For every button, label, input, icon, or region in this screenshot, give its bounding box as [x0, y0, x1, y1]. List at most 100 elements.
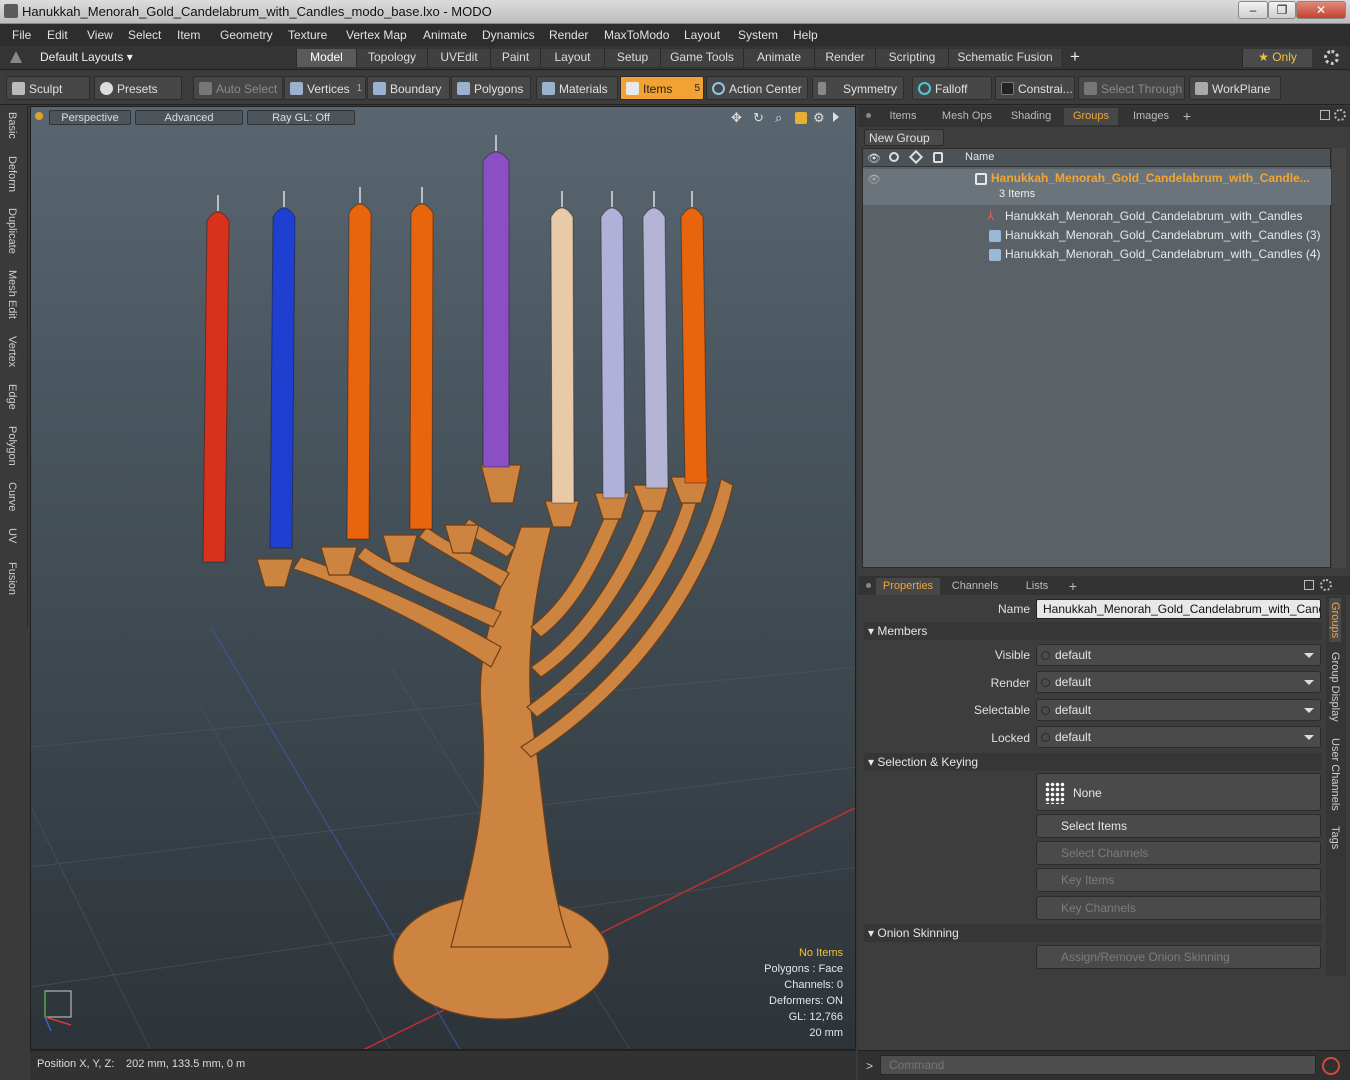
- raygl-toggle[interactable]: Ray GL: Off: [247, 110, 355, 125]
- tree-item-mesh-3[interactable]: Hanukkah_Menorah_Gold_Candelabrum_with_C…: [863, 226, 1331, 245]
- falloff-button[interactable]: Falloff: [912, 76, 992, 100]
- tab-basic[interactable]: Basic: [6, 112, 18, 139]
- members-section-header[interactable]: ▾ Members: [864, 622, 1322, 640]
- tab-lists[interactable]: Lists: [1010, 578, 1064, 595]
- add-tab-button[interactable]: +: [1070, 47, 1080, 67]
- close-button[interactable]: ✕: [1296, 1, 1346, 19]
- record-icon[interactable]: [1322, 1057, 1340, 1075]
- tab-scripting[interactable]: Scripting: [875, 49, 948, 67]
- key-items-button[interactable]: Key Items: [1036, 868, 1321, 892]
- workplane-button[interactable]: WorkPlane: [1189, 76, 1281, 100]
- onion-skinning-section-header[interactable]: ▾ Onion Skinning: [864, 924, 1322, 942]
- layouts-dropdown[interactable]: Default Layouts ▾: [40, 50, 133, 64]
- minimize-button[interactable]: –: [1238, 1, 1268, 19]
- select-icon[interactable]: [908, 149, 924, 165]
- tab-topology[interactable]: Topology: [356, 49, 427, 67]
- select-items-button[interactable]: Select Items: [1036, 814, 1321, 838]
- tab-game-tools[interactable]: Game Tools: [660, 49, 743, 67]
- vertices-button[interactable]: Vertices 1: [284, 76, 366, 100]
- side-tab-groups[interactable]: Groups: [1329, 598, 1341, 643]
- group-row[interactable]: 👁 Hanukkah_Menorah_Gold_Candelabrum_with…: [863, 169, 1331, 205]
- panel-settings-icon[interactable]: [1334, 109, 1346, 121]
- boundary-button[interactable]: Boundary: [367, 76, 450, 100]
- tab-properties[interactable]: Properties: [876, 578, 940, 595]
- lock-icon[interactable]: [933, 152, 943, 163]
- render-dropdown[interactable]: default: [1036, 671, 1321, 693]
- tab-groups[interactable]: Groups: [1064, 108, 1118, 125]
- selection-set-picker[interactable]: None: [1036, 773, 1321, 811]
- tab-mesh-ops[interactable]: Mesh Ops: [934, 108, 1000, 125]
- action-center-button[interactable]: Action Center: [706, 76, 808, 100]
- constraints-button[interactable]: Constrai...: [995, 76, 1075, 100]
- locked-dropdown[interactable]: default: [1036, 726, 1321, 748]
- menu-vertex-map[interactable]: Vertex Map: [346, 28, 407, 42]
- group-visible-icon[interactable]: 👁: [867, 173, 881, 186]
- menu-view[interactable]: View: [87, 28, 113, 42]
- auto-select-button[interactable]: Auto Select: [193, 76, 283, 100]
- tab-uv[interactable]: UV: [6, 528, 18, 543]
- menu-system[interactable]: System: [738, 28, 778, 42]
- group-name-field[interactable]: Hanukkah_Menorah_Gold_Candelabrum_with_C…: [1036, 599, 1321, 619]
- select-channels-button[interactable]: Select Channels: [1036, 841, 1321, 865]
- tab-model[interactable]: Model: [296, 49, 356, 67]
- select-through-button[interactable]: Select Through: [1078, 76, 1185, 100]
- selectable-dropdown[interactable]: default: [1036, 699, 1321, 721]
- menu-help[interactable]: Help: [793, 28, 818, 42]
- menu-texture[interactable]: Texture: [288, 28, 327, 42]
- menu-layout[interactable]: Layout: [684, 28, 720, 42]
- move-view-icon[interactable]: ✥: [731, 111, 745, 125]
- side-tab-tags[interactable]: Tags: [1329, 826, 1341, 849]
- presets-button[interactable]: Presets: [94, 76, 182, 100]
- tree-item-locator[interactable]: ⅄ Hanukkah_Menorah_Gold_Candelabrum_with…: [863, 207, 1331, 226]
- tab-images[interactable]: Images: [1124, 108, 1178, 125]
- tree-scrollbar[interactable]: [1332, 148, 1346, 568]
- zoom-view-icon[interactable]: ⌕: [775, 111, 789, 125]
- only-toggle[interactable]: ★ Only: [1242, 49, 1312, 67]
- perspective-dropdown[interactable]: Perspective: [49, 110, 131, 125]
- tab-curve[interactable]: Curve: [6, 482, 18, 511]
- polygons-button[interactable]: Polygons: [451, 76, 531, 100]
- tab-schematic-fusion[interactable]: Schematic Fusion: [948, 49, 1061, 67]
- command-input[interactable]: [880, 1055, 1316, 1075]
- tab-mesh-edit[interactable]: Mesh Edit: [6, 270, 18, 319]
- shading-dropdown[interactable]: Advanced: [135, 110, 243, 125]
- viewport-settings-icon[interactable]: ⚙: [813, 111, 827, 125]
- render-icon[interactable]: [889, 152, 899, 162]
- tab-uvedit[interactable]: UVEdit: [427, 49, 490, 67]
- tab-paint[interactable]: Paint: [490, 49, 540, 67]
- tab-layout[interactable]: Layout: [540, 49, 604, 67]
- menu-render[interactable]: Render: [549, 28, 588, 42]
- tab-edge[interactable]: Edge: [6, 384, 18, 410]
- tab-shading[interactable]: Shading: [1003, 108, 1059, 125]
- tab-items[interactable]: Items: [878, 108, 928, 125]
- menu-geometry[interactable]: Geometry: [220, 28, 273, 42]
- menu-select[interactable]: Select: [128, 28, 161, 42]
- tab-animate[interactable]: Animate: [743, 49, 814, 67]
- 3d-viewport[interactable]: Perspective Advanced Ray GL: Off ✥ ↻ ⌕ ⚙…: [30, 106, 856, 1050]
- fit-view-icon[interactable]: [795, 112, 807, 124]
- tab-render[interactable]: Render: [814, 49, 875, 67]
- key-channels-button[interactable]: Key Channels: [1036, 896, 1321, 920]
- visible-dropdown[interactable]: default: [1036, 644, 1321, 666]
- items-button[interactable]: Items 5: [620, 76, 704, 100]
- menu-dynamics[interactable]: Dynamics: [482, 28, 535, 42]
- tree-item-mesh-4[interactable]: Hanukkah_Menorah_Gold_Candelabrum_with_C…: [863, 245, 1331, 264]
- properties-settings-icon[interactable]: [1320, 579, 1332, 591]
- selection-keying-section-header[interactable]: ▾ Selection & Keying: [864, 753, 1322, 771]
- viewport-expand-icon[interactable]: [833, 112, 839, 122]
- tab-deform[interactable]: Deform: [6, 156, 18, 192]
- tab-polygon[interactable]: Polygon: [6, 426, 18, 466]
- gear-icon[interactable]: [1324, 50, 1339, 65]
- menu-item[interactable]: Item: [177, 28, 200, 42]
- tab-vertex[interactable]: Vertex: [6, 336, 18, 367]
- tab-channels[interactable]: Channels: [944, 578, 1006, 595]
- assign-onion-skinning-button[interactable]: Assign/Remove Onion Skinning: [1036, 945, 1321, 969]
- symmetry-button[interactable]: Symmetry: [812, 76, 904, 100]
- side-tab-user-channels[interactable]: User Channels: [1329, 738, 1341, 811]
- groups-tree[interactable]: 👁 Name 👁 Hanukkah_Menorah_Gold_Candelabr…: [862, 148, 1331, 568]
- viewport-indicator-icon[interactable]: [35, 112, 43, 120]
- add-properties-tab[interactable]: +: [1066, 578, 1080, 595]
- menu-file[interactable]: File: [12, 28, 31, 42]
- rotate-view-icon[interactable]: ↻: [753, 111, 767, 125]
- add-panel-tab[interactable]: +: [1180, 108, 1194, 125]
